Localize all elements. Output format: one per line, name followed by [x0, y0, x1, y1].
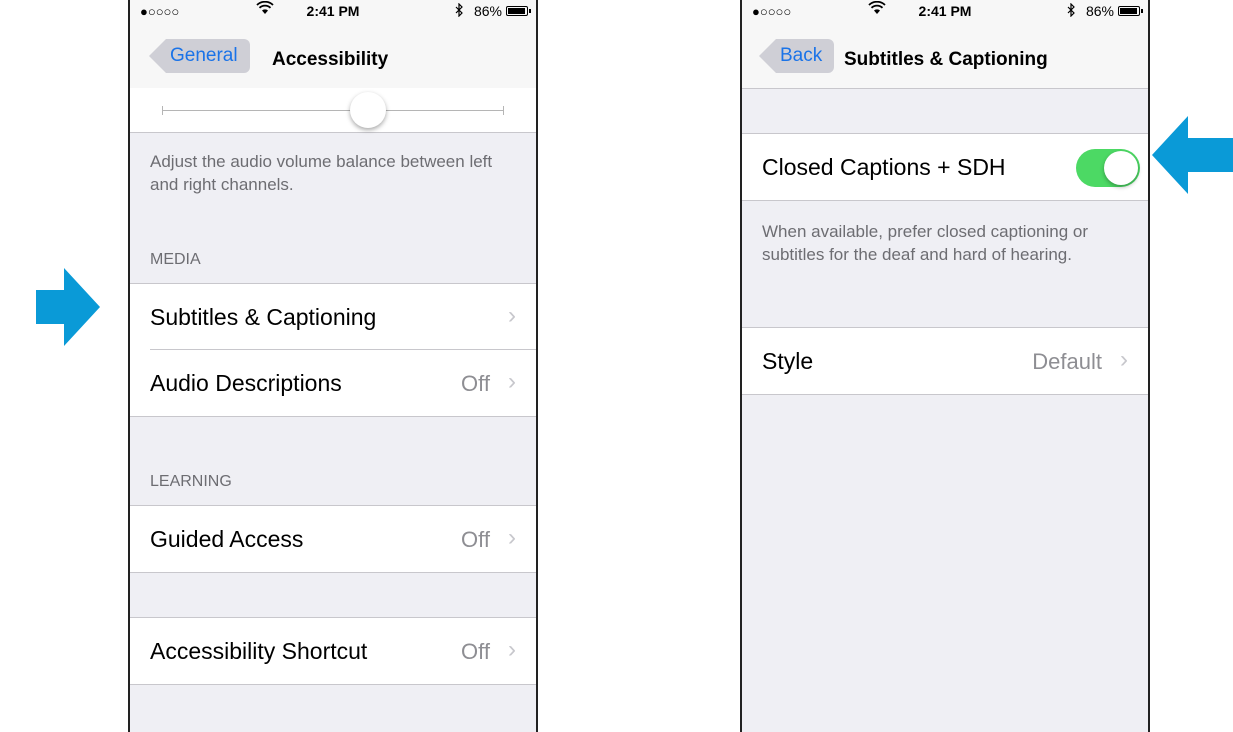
- subtitles-captioning-row[interactable]: Subtitles & Captioning ›: [130, 284, 536, 350]
- row-label: Guided Access: [150, 526, 304, 552]
- closed-captions-group: Closed Captions + SDH: [742, 133, 1148, 201]
- row-value: Off: [461, 527, 490, 552]
- row-label: Style: [762, 348, 814, 374]
- media-section-header: MEDIA: [150, 251, 201, 268]
- chevron-right-icon: ›: [508, 524, 516, 551]
- row-label: Accessibility Shortcut: [150, 638, 368, 664]
- slider-tick-left: [162, 106, 163, 115]
- page-title: Subtitles & Captioning: [844, 49, 1048, 70]
- navigation-bar: Back Subtitles & Captioning: [742, 22, 1148, 89]
- media-group: Subtitles & Captioning › Audio Descripti…: [130, 283, 536, 417]
- battery-percent: 86%: [1085, 3, 1114, 19]
- page-title: Accessibility: [272, 49, 389, 70]
- annotation-arrow-right-icon: [36, 268, 100, 346]
- row-label: Audio Descriptions: [150, 370, 342, 396]
- back-button-label: General: [170, 45, 238, 66]
- row-label: Closed Captions + SDH: [762, 154, 1006, 180]
- row-label: Subtitles & Captioning: [150, 304, 377, 330]
- bluetooth-icon: [455, 2, 464, 20]
- balance-description: Adjust the audio volume balance between …: [150, 152, 493, 194]
- battery-icon: [1118, 6, 1143, 16]
- navigation-bar: General Accessibility: [130, 22, 536, 89]
- style-group: Style Default ›: [742, 327, 1148, 395]
- chevron-right-icon: ›: [1120, 346, 1128, 373]
- row-value: Default: [1032, 349, 1102, 374]
- annotation-arrow-left-icon: [1152, 116, 1233, 194]
- phone-screen-subtitles: ●○○○○ 2:41 PM 86% Back Subtitles & Capti…: [740, 0, 1150, 732]
- closed-captions-toggle[interactable]: [1076, 149, 1140, 187]
- row-value: Off: [461, 639, 490, 664]
- accessibility-shortcut-row[interactable]: Accessibility Shortcut Off ›: [130, 618, 536, 684]
- closed-captions-description: When available, prefer closed captioning…: [762, 222, 1089, 264]
- closed-captions-row: Closed Captions + SDH: [742, 134, 1148, 200]
- balance-slider-thumb[interactable]: [350, 92, 386, 128]
- audio-descriptions-row[interactable]: Audio Descriptions Off ›: [130, 350, 536, 416]
- status-bar: ●○○○○ 2:41 PM 86%: [742, 0, 1148, 22]
- status-bar: ●○○○○ 2:41 PM 86%: [130, 0, 536, 22]
- learning-group: Guided Access Off ›: [130, 505, 536, 573]
- style-row[interactable]: Style Default ›: [742, 328, 1148, 394]
- chevron-right-icon: ›: [508, 636, 516, 663]
- guided-access-row[interactable]: Guided Access Off ›: [130, 506, 536, 572]
- phone-screen-accessibility: ●○○○○ 2:41 PM 86% General Accessibility …: [128, 0, 538, 732]
- chevron-right-icon: ›: [508, 368, 516, 395]
- battery-icon: [506, 6, 531, 16]
- toggle-knob: [1104, 151, 1138, 185]
- back-button-label: Back: [780, 45, 823, 66]
- back-button-general[interactable]: General: [149, 39, 250, 73]
- balance-slider[interactable]: [162, 92, 504, 128]
- battery-percent: 86%: [473, 3, 502, 19]
- bluetooth-icon: [1067, 2, 1076, 20]
- chevron-right-icon: ›: [508, 302, 516, 329]
- back-button[interactable]: Back: [759, 39, 834, 73]
- row-value: Off: [461, 371, 490, 396]
- balance-slider-cell: [130, 88, 536, 133]
- shortcut-group: Accessibility Shortcut Off ›: [130, 617, 536, 685]
- slider-tick-right: [503, 106, 504, 115]
- learning-section-header: LEARNING: [150, 473, 232, 490]
